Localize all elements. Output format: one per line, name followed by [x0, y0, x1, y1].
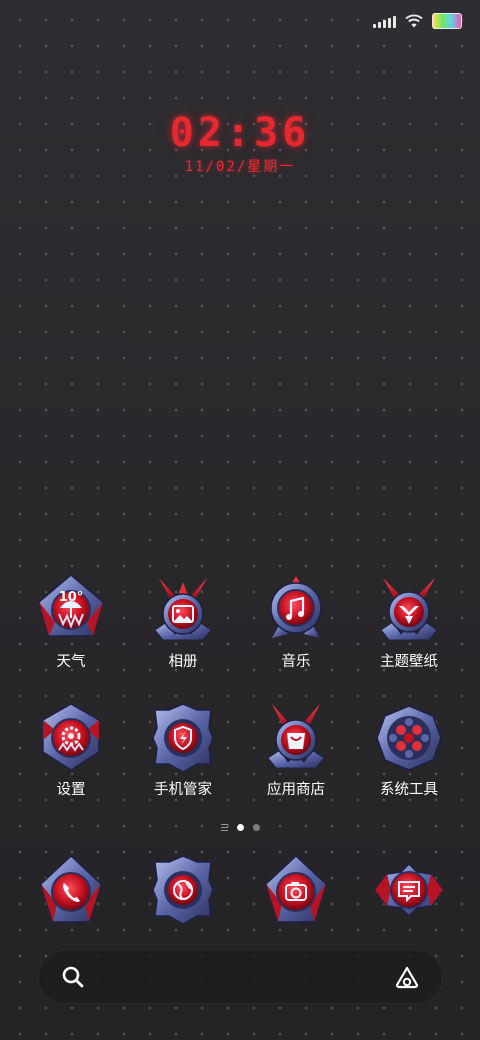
status-bar [373, 10, 462, 32]
dock-browser[interactable] [127, 852, 239, 928]
app-label: 应用商店 [267, 782, 325, 798]
phone-icon [40, 854, 102, 923]
app-label: 手机管家 [154, 782, 212, 798]
app-settings[interactable]: 设置 [15, 700, 127, 799]
app-weather[interactable]: 10° 天气 [15, 572, 127, 671]
weather-icon: 10° [38, 574, 104, 637]
dock-phone[interactable] [15, 852, 127, 928]
page-list-icon [220, 824, 228, 831]
dock-camera[interactable] [240, 852, 352, 928]
page-dot-active [236, 824, 244, 831]
wifi-icon [405, 14, 423, 28]
clock-date[interactable]: 11/02/星期一 [0, 156, 480, 176]
app-store[interactable]: 应用商店 [240, 700, 352, 799]
app-label: 设置 [56, 782, 86, 798]
app-store-icon [267, 704, 325, 769]
music-icon [270, 576, 322, 638]
tools-icon [376, 705, 442, 771]
search-icon[interactable] [61, 965, 85, 989]
signal-bars-icon [373, 14, 396, 28]
themes-icon [380, 578, 438, 641]
dock-messages[interactable] [353, 852, 465, 928]
app-themes[interactable]: 主题壁纸 [353, 572, 465, 671]
app-label: 系统工具 [380, 782, 438, 798]
app-label: 天气 [56, 654, 86, 670]
weather-temperature: 10° [59, 590, 84, 605]
app-gallery[interactable]: 相册 [127, 572, 239, 671]
assistant-icon[interactable] [394, 965, 420, 989]
app-tools[interactable]: 系统工具 [353, 700, 465, 799]
page-dot [252, 824, 260, 831]
settings-icon [42, 703, 100, 771]
clock-time[interactable]: 02:36 [0, 110, 480, 156]
browser-icon [152, 855, 214, 925]
app-label: 主题壁纸 [380, 654, 438, 670]
app-label: 音乐 [281, 654, 311, 670]
app-label: 相册 [168, 654, 198, 670]
gallery-icon [154, 578, 212, 641]
page-indicator[interactable] [0, 824, 480, 831]
search-bar[interactable] [38, 950, 443, 1004]
security-icon [152, 703, 214, 773]
camera-icon [265, 854, 327, 923]
app-music[interactable]: 音乐 [240, 572, 352, 671]
battery-icon [432, 13, 462, 29]
app-security[interactable]: 手机管家 [127, 700, 239, 799]
messages-icon [374, 862, 444, 918]
